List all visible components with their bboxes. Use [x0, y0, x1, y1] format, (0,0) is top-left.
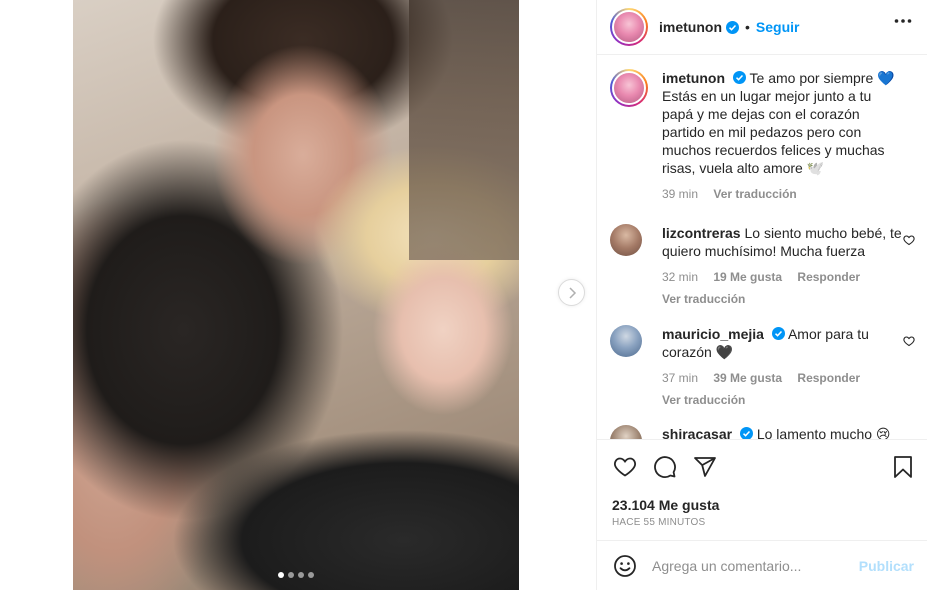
comment-bubble-icon[interactable]: [653, 455, 677, 479]
caption-meta: 39 min Ver traducción: [662, 185, 902, 203]
carousel-dot-4: [308, 572, 314, 578]
caption-translate-link[interactable]: Ver traducción: [713, 187, 796, 201]
avatar[interactable]: [610, 8, 648, 46]
comments-list[interactable]: imetunon Te amo por siempre 💙 Estás en u…: [597, 56, 927, 439]
reply-button[interactable]: Responder: [797, 270, 860, 284]
share-paper-plane-icon[interactable]: [693, 455, 717, 479]
carousel-indicator: [73, 572, 519, 578]
comment-time[interactable]: 37 min: [662, 371, 698, 385]
comment-username[interactable]: lizcontreras: [662, 225, 741, 241]
verified-badge-icon: [739, 427, 753, 439]
avatar[interactable]: [610, 69, 648, 107]
carousel-dot-2: [288, 572, 294, 578]
reply-button[interactable]: Responder: [797, 371, 860, 385]
comment-meta: 32 min 19 Me gusta Responder: [662, 268, 902, 286]
like-comment-heart-icon[interactable]: [903, 335, 915, 347]
post-actions: 23.104 Me gusta HACE 55 MINUTOS: [597, 439, 927, 539]
comment-likes[interactable]: 19 Me gusta: [713, 270, 782, 284]
post-time-ago: HACE 55 MINUTOS: [612, 517, 706, 528]
comment-text: Lo lamento mucho 😢: [756, 426, 891, 439]
photo-background-shade: [409, 0, 519, 260]
translate-link[interactable]: Ver traducción: [662, 391, 902, 409]
header-separator: •: [745, 19, 750, 35]
avatar[interactable]: [610, 224, 642, 256]
caption-body: imetunon Te amo por siempre 💙 Estás en u…: [662, 69, 902, 203]
comment-time[interactable]: 32 min: [662, 270, 698, 284]
avatar[interactable]: [610, 325, 642, 357]
publish-button[interactable]: Publicar: [859, 558, 914, 574]
verified-badge-icon: [732, 71, 746, 84]
translate-link[interactable]: Ver traducción: [662, 290, 902, 308]
like-comment-heart-icon[interactable]: [903, 234, 915, 246]
caption-time[interactable]: 39 min: [662, 187, 698, 201]
follow-button[interactable]: Seguir: [756, 19, 800, 35]
comment-body: mauricio_mejia Amor para tu corazón 🖤 37…: [662, 325, 902, 409]
comment-meta: 37 min 39 Me gusta Responder: [662, 369, 902, 387]
avatar[interactable]: [610, 425, 642, 439]
post-media-area: [0, 0, 596, 590]
caption-username[interactable]: imetunon: [662, 70, 725, 86]
chevron-right-icon: [568, 286, 576, 299]
more-options-icon[interactable]: [894, 18, 912, 24]
carousel-dot-3: [298, 572, 304, 578]
post-header: imetunon • Seguir: [597, 0, 927, 55]
comment-username[interactable]: mauricio_mejia: [662, 326, 764, 342]
like-heart-icon[interactable]: [613, 455, 637, 479]
comment-input[interactable]: Agrega un comentario...: [652, 558, 801, 574]
comment-likes[interactable]: 39 Me gusta: [713, 371, 782, 385]
comment-composer: Agrega un comentario... Publicar: [597, 540, 927, 590]
emoji-icon[interactable]: [613, 554, 637, 578]
likes-count[interactable]: 23.104 Me gusta: [612, 497, 719, 513]
comment-body: lizcontreras Lo siento mucho bebé, te qu…: [662, 224, 902, 308]
post-side-panel: imetunon • Seguir imetunon Te amo por si…: [596, 0, 927, 590]
comment-body: shiracasar Lo lamento mucho 😢: [662, 425, 902, 439]
carousel-dot-1: [278, 572, 284, 578]
comment-username[interactable]: shiracasar: [662, 426, 732, 439]
header-username[interactable]: imetunon: [659, 19, 722, 35]
save-bookmark-icon[interactable]: [892, 455, 914, 479]
verified-badge-icon: [771, 327, 785, 340]
carousel-next-button[interactable]: [558, 279, 585, 306]
verified-badge-icon: [726, 20, 739, 34]
post-photo[interactable]: [73, 0, 519, 590]
